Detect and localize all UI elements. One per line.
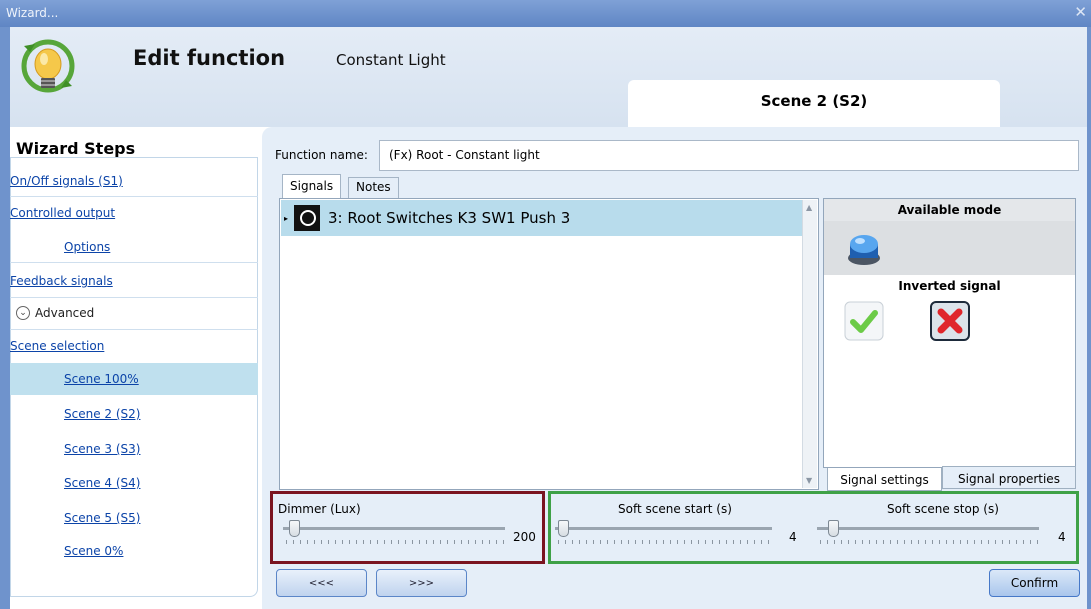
signals-list: ▸ 3: Root Switches K3 SW1 Push 3 ▲ ▼ <box>279 198 819 490</box>
dimmer-track <box>283 527 505 530</box>
back-button[interactable]: <<< <box>276 569 367 597</box>
dimmer-ticks <box>286 540 504 544</box>
inverted-signal-header: Inverted signal <box>824 275 1075 297</box>
soft-stop-track <box>817 527 1039 530</box>
close-icon[interactable]: ✕ <box>1074 3 1087 21</box>
soft-stop-slider-thumb[interactable] <box>828 520 839 537</box>
tab-notes[interactable]: Notes <box>348 177 399 198</box>
check-icon[interactable] <box>844 301 884 341</box>
advanced-label: Advanced <box>35 306 95 320</box>
step-feedback-signals[interactable]: Feedback signals <box>10 274 113 288</box>
divider <box>10 297 258 298</box>
signal-label: 3: Root Switches K3 SW1 Push 3 <box>328 209 571 227</box>
step-scene-3[interactable]: Scene 3 (S3) <box>64 442 140 456</box>
tab-signal-properties[interactable]: Signal properties <box>942 466 1076 489</box>
next-button[interactable]: >>> <box>376 569 467 597</box>
expand-arrow-icon[interactable]: ▸ <box>284 214 288 223</box>
signal-row[interactable]: ▸ 3: Root Switches K3 SW1 Push 3 <box>281 200 802 236</box>
window-left-border <box>0 27 10 609</box>
scroll-up-icon[interactable]: ▲ <box>806 203 812 212</box>
soft-start-slider-thumb[interactable] <box>558 520 569 537</box>
push-button-icon <box>294 205 321 231</box>
dimmer-slider-thumb[interactable] <box>289 520 300 537</box>
window-title: Wizard... <box>6 6 59 20</box>
signals-scrollbar[interactable]: ▲ ▼ <box>802 200 817 488</box>
step-scene-100[interactable]: Scene 100% <box>64 372 139 386</box>
dimmer-label: Dimmer (Lux) <box>278 502 361 516</box>
step-scene-0[interactable]: Scene 0% <box>64 544 123 558</box>
window-titlebar: Wizard... ✕ <box>0 0 1091 27</box>
soft-start-ticks <box>558 540 772 544</box>
divider <box>10 262 258 263</box>
soft-stop-label: Soft scene stop (s) <box>887 502 999 516</box>
step-scene-2[interactable]: Scene 2 (S2) <box>64 407 140 421</box>
function-name-label: Function name: <box>275 148 368 162</box>
function-type: Constant Light <box>336 51 446 69</box>
step-scene-selection[interactable]: Scene selection <box>10 339 104 353</box>
soft-start-value: 4 <box>789 530 797 544</box>
advanced-expander[interactable]: ⌄ Advanced <box>16 306 94 320</box>
soft-start-label: Soft scene start (s) <box>618 502 732 516</box>
sidebar-heading: Wizard Steps <box>16 139 136 158</box>
available-mode-band <box>824 221 1075 275</box>
available-mode-header: Available mode <box>824 199 1075 221</box>
scroll-down-icon[interactable]: ▼ <box>806 476 812 485</box>
step-controlled-output[interactable]: Controlled output <box>10 206 115 220</box>
tab-signal-settings[interactable]: Signal settings <box>827 468 942 491</box>
step-onoff-signals[interactable]: On/Off signals (S1) <box>10 174 123 188</box>
chevron-down-icon: ⌄ <box>16 306 30 320</box>
dimmer-value: 200 <box>513 530 536 544</box>
scene-tab: Scene 2 (S2) <box>628 80 1000 127</box>
step-scene-5[interactable]: Scene 5 (S5) <box>64 511 140 525</box>
step-scene-4[interactable]: Scene 4 (S4) <box>64 476 140 490</box>
page-title: Edit function <box>133 46 286 70</box>
window-right-border <box>1087 27 1091 609</box>
soft-stop-ticks <box>820 540 1039 544</box>
step-options[interactable]: Options <box>64 240 110 254</box>
tab-signals[interactable]: Signals <box>282 174 342 198</box>
confirm-button[interactable]: Confirm <box>989 569 1080 597</box>
push-mode-button-icon[interactable] <box>844 228 884 268</box>
function-name-input[interactable]: (Fx) Root - Constant light <box>379 140 1079 171</box>
soft-start-track <box>555 527 772 530</box>
cross-icon[interactable] <box>930 301 970 341</box>
mode-panel: Available mode Inverted signal <box>823 198 1076 468</box>
lightbulb-cycle-icon <box>21 39 75 93</box>
divider <box>10 196 258 197</box>
divider <box>10 329 258 330</box>
soft-stop-value: 4 <box>1058 530 1066 544</box>
